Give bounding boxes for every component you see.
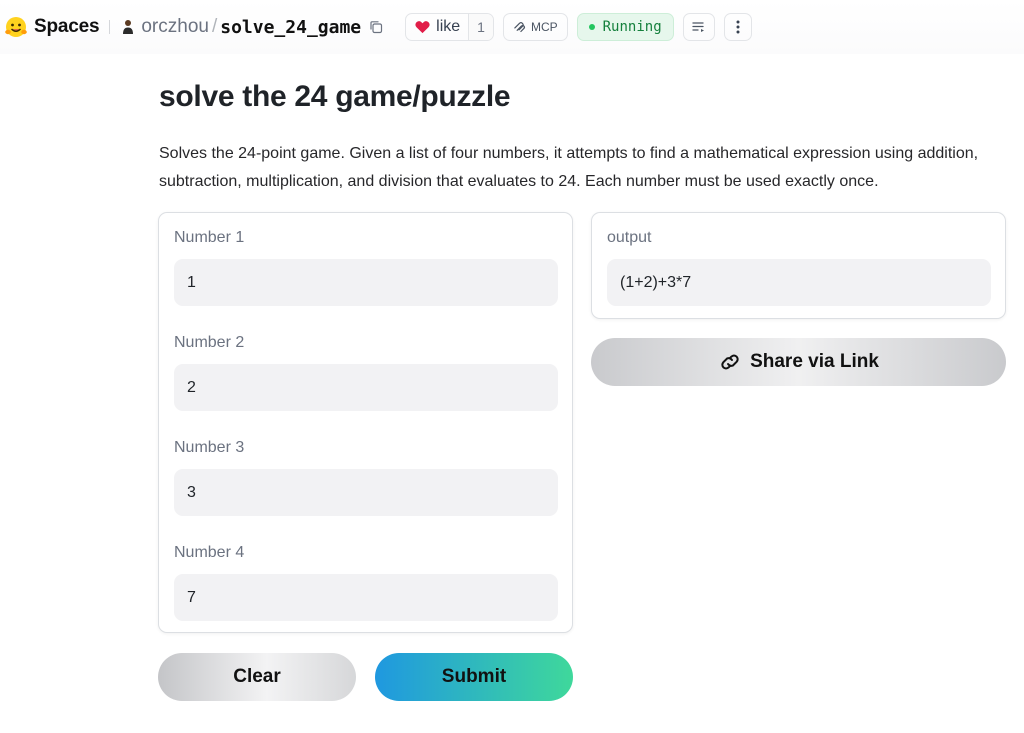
like-count[interactable]: 1 [468, 14, 493, 40]
heart-icon [415, 21, 430, 34]
share-label: Share via Link [750, 351, 879, 372]
inputs-panel: Number 1 Number 2 Number 3 Number 4 [158, 212, 573, 633]
hugging-face-logo-icon[interactable] [4, 15, 28, 39]
copy-icon[interactable] [369, 20, 383, 34]
owner-avatar-icon[interactable] [122, 19, 134, 35]
like-control: like 1 [405, 13, 494, 41]
more-options-button[interactable] [723, 13, 752, 41]
status-badge[interactable]: Running [576, 13, 674, 41]
status-label: Running [602, 19, 662, 35]
share-via-link-button[interactable]: Share via Link [591, 338, 1006, 386]
number-2-input[interactable] [174, 364, 558, 411]
output-panel: output (1+2)+3*7 [591, 212, 1006, 319]
mcp-badge[interactable]: MCP [502, 13, 568, 41]
running-dot-icon [588, 24, 595, 30]
page-description: Solves the 24-point game. Given a list o… [159, 145, 979, 190]
header-row: Spaces orczhou / solve_24_game like 1 MC… [4, 12, 752, 42]
header-divider [109, 20, 111, 34]
output-field[interactable]: (1+2)+3*7 [607, 259, 991, 306]
kebab-menu-icon [736, 20, 740, 34]
mcp-icon [514, 21, 526, 32]
number-3-input[interactable] [174, 469, 558, 516]
number-1-input[interactable] [174, 259, 558, 306]
space-header: Spaces orczhou / solve_24_game like 1 MC… [0, 0, 1024, 54]
number-3-label: Number 3 [174, 439, 245, 456]
owner-link[interactable]: orczhou [141, 16, 209, 38]
number-2-label: Number 2 [174, 334, 245, 351]
mcp-label: MCP [530, 20, 558, 34]
page-title: solve the 24 game/puzzle [159, 80, 511, 113]
clear-button[interactable]: Clear [158, 653, 356, 701]
logs-button[interactable] [682, 13, 715, 41]
space-name-link[interactable]: solve_24_game [220, 17, 361, 38]
link-icon [721, 354, 739, 370]
number-1-label: Number 1 [174, 229, 245, 246]
like-label: like [436, 18, 461, 35]
like-button[interactable]: like [406, 14, 468, 40]
number-4-label: Number 4 [174, 544, 245, 561]
path-separator: / [211, 16, 218, 37]
number-4-input[interactable] [174, 574, 558, 621]
spaces-link[interactable]: Spaces [34, 16, 100, 38]
output-label: output [607, 229, 652, 246]
submit-button[interactable]: Submit [375, 653, 573, 701]
logs-icon [691, 22, 704, 32]
